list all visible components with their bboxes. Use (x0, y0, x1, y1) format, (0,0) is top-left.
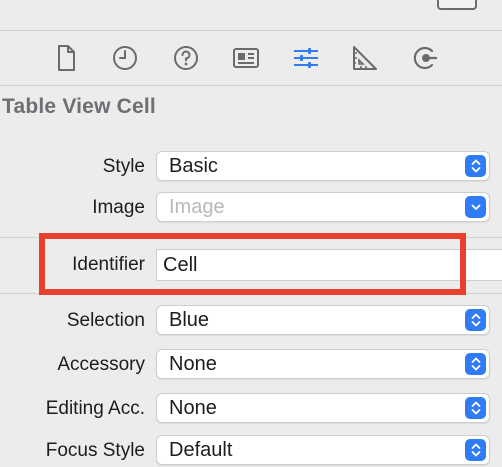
editing-accessory-label: Editing Acc. (45, 398, 145, 419)
selection-label: Selection (66, 310, 145, 331)
chevron-down-icon[interactable] (465, 196, 486, 218)
focus-style-row: Focus Style Default (0, 435, 502, 467)
focus-style-value: Default (169, 439, 233, 461)
style-row: Style Basic (0, 151, 502, 183)
focus-style-label: Focus Style (45, 440, 145, 461)
connections-icon[interactable] (408, 41, 442, 75)
sliders-icon[interactable] (289, 41, 323, 75)
style-value: Basic (169, 155, 218, 177)
inspector-toolbar (0, 31, 502, 86)
updown-chevron-icon (465, 309, 486, 331)
focus-style-popup[interactable]: Default (156, 435, 490, 465)
section-title: Table View Cell (2, 95, 156, 118)
editing-accessory-popup[interactable]: None (156, 393, 490, 423)
file-icon[interactable] (49, 41, 83, 75)
selection-row: Selection Blue (0, 305, 502, 337)
editing-accessory-value: None (169, 397, 217, 419)
image-placeholder: Image (169, 196, 225, 218)
window-control[interactable] (437, 0, 477, 10)
accessory-row: Accessory None (0, 349, 502, 381)
updown-chevron-icon (465, 353, 486, 375)
clock-icon[interactable] (108, 41, 142, 75)
help-icon[interactable] (169, 41, 203, 75)
accessory-label: Accessory (57, 354, 145, 375)
accessory-popup[interactable]: None (156, 349, 490, 379)
image-combo[interactable]: Image (156, 192, 490, 222)
style-popup[interactable]: Basic (156, 151, 490, 181)
selection-popup[interactable]: Blue (156, 305, 490, 335)
ruler-triangle-icon[interactable] (347, 41, 381, 75)
selection-value: Blue (169, 309, 210, 331)
updown-chevron-icon (465, 397, 486, 419)
image-row: Image Image (0, 192, 502, 224)
style-label: Style (102, 156, 145, 177)
image-label: Image (92, 197, 145, 218)
top-strip (0, 0, 502, 31)
accessory-value: None (169, 353, 217, 375)
editing-accessory-row: Editing Acc. None (0, 393, 502, 425)
identifier-highlight-box (39, 233, 466, 295)
identity-card-icon[interactable] (229, 41, 263, 75)
updown-chevron-icon (465, 155, 486, 177)
updown-chevron-icon (465, 439, 486, 461)
